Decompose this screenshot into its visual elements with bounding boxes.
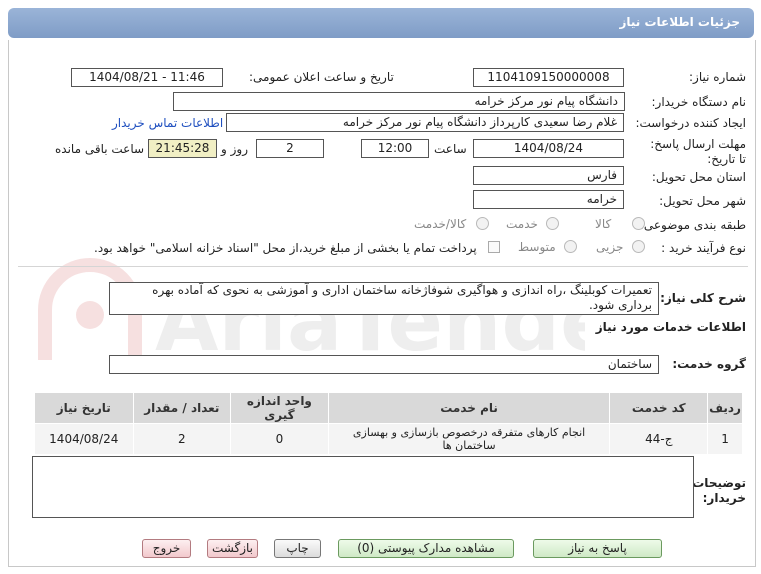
- buyer-notes-textarea[interactable]: [32, 456, 694, 518]
- cell-unit: 0: [230, 423, 329, 455]
- process-option-minor: جزیی: [596, 240, 624, 254]
- services-table: تاریخ نیاز تعداد / مقدار واحد اندازه گیر…: [34, 392, 743, 455]
- description-label: شرح کلی نیاز:: [660, 291, 746, 305]
- province-label: استان محل تحویل:: [651, 170, 746, 184]
- services-heading: اطلاعات خدمات مورد نیاز: [595, 320, 746, 334]
- deadline-date-field: 1404/08/24: [473, 139, 624, 158]
- col-service-name: نام خدمت: [327, 392, 611, 424]
- deadline-label: مهلت ارسال پاسخ: تا تاریخ:: [650, 137, 746, 166]
- deadline-time-field: 12:00: [361, 139, 429, 158]
- process-radio-minor[interactable]: [632, 240, 645, 253]
- col-row: ردیف: [707, 392, 743, 424]
- remaining-time-field: 21:45:28: [148, 139, 217, 158]
- category-option-goods-service: کالا/خدمت: [414, 217, 467, 231]
- table-header-row: تاریخ نیاز تعداد / مقدار واحد اندازه گیر…: [34, 392, 743, 424]
- col-service-code: کد خدمت: [609, 392, 709, 424]
- need-number-field: 1104109150000008: [473, 68, 624, 87]
- attachments-button[interactable]: مشاهده مدارک پیوستی (0): [338, 539, 514, 558]
- city-label: شهر محل تحویل:: [659, 194, 746, 208]
- col-quantity: تعداد / مقدار: [132, 392, 232, 424]
- process-radio-medium[interactable]: [564, 240, 577, 253]
- category-radio-goods-service[interactable]: [476, 217, 489, 230]
- cell-need-date: 1404/08/24: [34, 423, 134, 455]
- process-label: نوع فرآیند خرید :: [661, 241, 746, 255]
- province-field: فارس: [473, 166, 624, 185]
- cell-service-code: ج-44: [609, 423, 709, 455]
- treasury-checkbox[interactable]: [488, 241, 500, 253]
- need-number-label: شماره نیاز:: [689, 70, 746, 84]
- divider: [18, 266, 748, 267]
- service-group-field: ساختمان: [109, 355, 659, 374]
- remaining-label: ساعت باقی مانده: [55, 142, 145, 156]
- category-option-service: خدمت: [506, 217, 538, 231]
- category-label: طبقه بندی موضوعی:: [639, 218, 746, 232]
- category-option-goods: کالا: [595, 217, 612, 231]
- process-note: پرداخت تمام یا بخشی از مبلغ خرید،از محل …: [94, 241, 477, 255]
- page-title: جزئیات اطلاعات نیاز: [619, 15, 740, 29]
- back-button[interactable]: بازگشت: [207, 539, 258, 558]
- announce-label: تاریخ و ساعت اعلان عمومی:: [249, 70, 394, 84]
- col-unit: واحد اندازه گیری: [230, 392, 329, 424]
- announce-field: 1404/08/21 - 11:46: [71, 68, 223, 87]
- title-bar: جزئیات اطلاعات نیاز: [8, 8, 754, 38]
- table-row: 1404/08/24 2 0 انجام کارهای متفرقه درخصو…: [34, 423, 743, 455]
- creator-label: ایجاد کننده درخواست:: [635, 116, 746, 130]
- buyer-notes-label: توضیحات خریدار:: [692, 476, 746, 505]
- exit-button[interactable]: خروج: [142, 539, 191, 558]
- time-label: ساعت: [434, 142, 467, 156]
- cell-service-name: انجام کارهای متفرقه درخصوص بازسازی و بهس…: [327, 423, 611, 455]
- days-field: 2: [256, 139, 324, 158]
- category-radio-service[interactable]: [546, 217, 559, 230]
- buyer-field: دانشگاه پیام نور مرکز خرامه: [173, 92, 625, 111]
- col-need-date: تاریخ نیاز: [34, 392, 134, 424]
- reply-button[interactable]: پاسخ به نیاز: [533, 539, 662, 558]
- category-radio-goods[interactable]: [632, 217, 645, 230]
- process-option-medium: متوسط: [518, 240, 556, 254]
- contact-info-link[interactable]: اطلاعات تماس خریدار: [112, 116, 223, 130]
- city-field: خرامه: [473, 190, 624, 209]
- cell-row-number: 1: [707, 423, 743, 455]
- cell-quantity: 2: [132, 423, 232, 455]
- description-textarea[interactable]: تعمیرات کوبلینگ ،راه اندازی و هواگیری شو…: [109, 282, 659, 315]
- buyer-label: نام دستگاه خریدار:: [651, 95, 747, 109]
- print-button[interactable]: چاپ: [274, 539, 321, 558]
- service-group-label: گروه خدمت:: [672, 357, 746, 371]
- days-label: روز و: [221, 142, 248, 156]
- creator-field: غلام رضا سعیدی کارپرداز دانشگاه پیام نور…: [226, 113, 624, 132]
